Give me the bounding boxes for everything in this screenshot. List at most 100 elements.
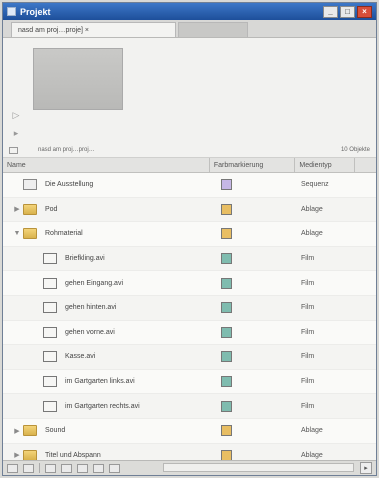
app-icon [7, 7, 16, 16]
item-name: im Gartgarten rechts.avi [65, 402, 140, 410]
item-type: Ablage [301, 230, 323, 238]
label-color-swatch[interactable] [221, 351, 232, 363]
item-label-cell [211, 203, 297, 215]
icon-view-icon[interactable] [23, 463, 34, 473]
list-item[interactable]: im Gartgarten links.avi Film [3, 370, 376, 395]
item-type: Film [301, 304, 315, 312]
window-controls: _ □ × [323, 5, 372, 18]
label-color-swatch[interactable] [221, 228, 232, 240]
project-items-list: Die Ausstellung Sequenz ▶ Pod Ablage ▼ Rohmate… [3, 173, 376, 469]
column-label[interactable]: Farbmarkierung [210, 158, 296, 172]
scroll-right-icon[interactable]: ▸ [360, 462, 372, 474]
toolbar-divider [39, 463, 40, 473]
item-label-cell [211, 376, 297, 388]
close-button[interactable]: × [357, 5, 372, 18]
maximize-button[interactable]: □ [340, 5, 355, 18]
item-name: Kasse.avi [65, 353, 96, 361]
film-icon [43, 351, 57, 363]
list-item[interactable]: ▶ Sound Ablage [3, 419, 376, 444]
list-item[interactable]: im Gartgarten rechts.avi Film [3, 394, 376, 419]
item-label-cell [211, 351, 297, 363]
list-item[interactable]: gehen Eingang.avi Film [3, 271, 376, 296]
minimize-button[interactable]: _ [323, 5, 338, 18]
play-icon[interactable]: ▷ [9, 108, 23, 122]
tab-bar: nasd am proj…proje] × [3, 20, 376, 38]
column-name[interactable]: Name [3, 158, 210, 172]
list-item[interactable]: gehen vorne.avi Film [3, 321, 376, 346]
film-icon [43, 376, 57, 388]
label-color-swatch[interactable] [221, 400, 232, 412]
project-window: Projekt _ □ × nasd am proj…proje] × ▷ ▸ … [2, 2, 377, 476]
window-title: Projekt [20, 6, 51, 17]
item-name-cell: Die Ausstellung [3, 173, 211, 197]
item-type: Film [301, 353, 315, 361]
label-color-swatch[interactable] [221, 376, 232, 388]
item-name: gehen Eingang.avi [65, 279, 123, 287]
item-name: gehen hinten.avi [65, 304, 117, 312]
label-color-swatch[interactable] [221, 326, 232, 338]
item-label-cell [211, 400, 297, 412]
item-name-cell: Kasse.avi [3, 345, 211, 369]
next-icon[interactable]: ▸ [9, 126, 23, 140]
column-extra[interactable] [355, 158, 376, 172]
item-label-cell [211, 425, 297, 437]
tab-project[interactable]: nasd am proj…proje] × [11, 22, 176, 37]
label-color-swatch[interactable] [221, 277, 232, 289]
list-item[interactable]: Briefkling.avi Film [3, 246, 376, 272]
label-color-swatch[interactable] [221, 203, 232, 215]
preview-thumbnail [33, 48, 123, 110]
tab-secondary[interactable] [178, 22, 248, 37]
item-name-cell: Briefkling.avi [3, 247, 211, 271]
delete-icon[interactable] [109, 463, 120, 473]
find-icon[interactable] [61, 463, 72, 473]
object-count: 10 Objekte [340, 147, 370, 153]
list-item[interactable]: ▶ Pod Ablage [3, 197, 376, 223]
sequence-icon [23, 179, 37, 191]
column-type[interactable]: Medientyp [295, 158, 356, 172]
list-item[interactable]: gehen hinten.avi Film [3, 295, 376, 321]
item-type: Film [301, 255, 315, 263]
bottom-toolbar: ▸ [3, 460, 376, 475]
label-color-swatch[interactable] [221, 425, 232, 437]
item-name-cell: ▶ Pod [3, 198, 211, 222]
title-bar[interactable]: Projekt _ □ × [3, 3, 376, 20]
film-icon [43, 277, 57, 289]
item-name: Briefkling.avi [65, 255, 105, 263]
film-icon [43, 253, 57, 265]
item-type: Film [301, 378, 315, 386]
folder-icon [23, 203, 37, 215]
film-icon [43, 400, 57, 412]
list-item[interactable]: Die Ausstellung Sequenz [3, 173, 376, 198]
horizontal-scrollbar[interactable] [163, 463, 354, 472]
item-type: Film [301, 328, 315, 336]
automate-icon[interactable] [45, 463, 56, 473]
selection-text: nasd am proj…proj… [38, 147, 95, 153]
label-color-swatch[interactable] [221, 302, 232, 314]
tab-label: nasd am proj…proje] × [18, 26, 90, 34]
item-name: Die Ausstellung [45, 181, 94, 189]
film-icon [43, 326, 57, 338]
item-label-cell [211, 253, 297, 265]
preview-info: nasd am proj…proj… 10 Objekte [3, 143, 376, 157]
expand-toggle-icon[interactable]: ▶ [11, 451, 23, 459]
new-bin-icon[interactable] [77, 463, 88, 473]
label-color-swatch[interactable] [221, 253, 232, 265]
item-label-cell [211, 228, 297, 240]
expand-toggle-icon[interactable]: ▶ [11, 427, 23, 435]
item-label-cell [211, 302, 297, 314]
item-label-cell [211, 179, 297, 191]
expand-toggle-icon[interactable]: ▶ [11, 205, 23, 213]
item-name: Sound [45, 427, 66, 435]
list-item[interactable]: ▼ Rohmaterial Ablage [3, 222, 376, 247]
preview-area: ▷ ▸ nasd am proj…proj… 10 Objekte [3, 38, 376, 158]
item-type: Ablage [301, 205, 323, 213]
expand-toggle-icon[interactable]: ▼ [11, 230, 23, 237]
bin-icon [9, 146, 18, 154]
item-type: Sequenz [301, 181, 329, 189]
list-item[interactable]: Kasse.avi Film [3, 345, 376, 370]
item-name: Titel und Abspann [45, 451, 101, 459]
list-view-icon[interactable] [7, 463, 18, 473]
new-item-icon[interactable] [93, 463, 104, 473]
label-color-swatch[interactable] [221, 179, 232, 191]
item-type: Film [301, 279, 315, 287]
